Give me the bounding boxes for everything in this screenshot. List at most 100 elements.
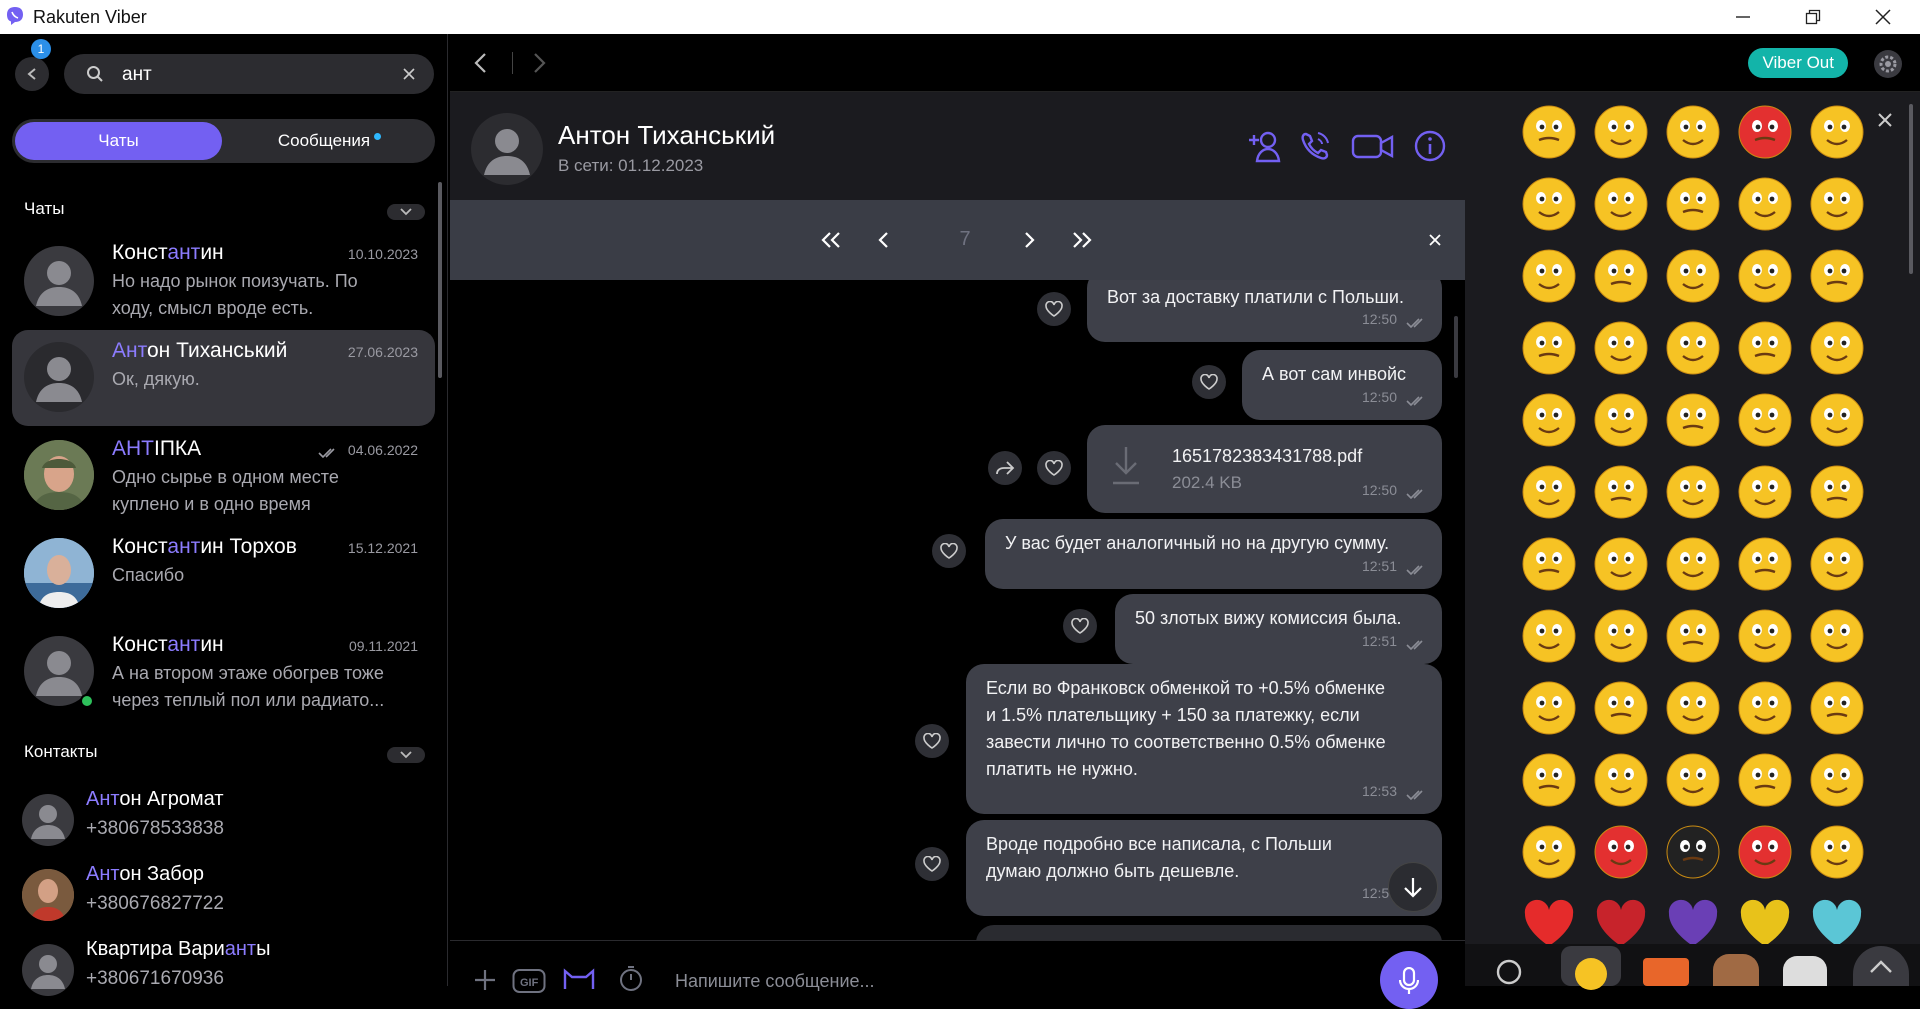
download-icon[interactable] [1111,445,1141,485]
sticker-pack-tab[interactable] [1643,958,1689,986]
emoji-icon[interactable] [1665,824,1721,880]
sticker-icon[interactable] [562,965,596,991]
like-button[interactable] [1037,451,1071,485]
message-bubble[interactable]: Вроде подробно все написала, с Польши дум… [966,820,1442,916]
emoji-icon[interactable] [1593,824,1649,880]
like-button[interactable] [915,724,949,758]
emoji-icon[interactable] [1809,608,1865,664]
emoji-icon[interactable] [1809,320,1865,376]
message-input[interactable]: Напишите сообщение... [675,971,875,992]
contact-item[interactable]: Антон Забор +380676827722 [20,861,440,931]
emoji-icon[interactable] [1593,608,1649,664]
emoji-icon[interactable] [1521,464,1577,520]
chat-item[interactable]: Константин Торхов 15.12.2021 Спасибо [12,526,435,622]
emoji-icon[interactable] [1521,392,1577,448]
emoji-icon[interactable] [1809,248,1865,304]
emoji-icon[interactable] [1593,536,1649,592]
emoji-icon[interactable] [1737,824,1793,880]
search-stickers-icon[interactable] [1495,958,1525,988]
last-result-button[interactable] [1066,224,1098,256]
like-button[interactable] [1063,609,1097,643]
emoji-icon[interactable] [1737,752,1793,808]
emoji-icon[interactable] [1521,248,1577,304]
file-message-bubble[interactable]: 1651782383431788.pdf 202.4 KB 12:50 [1087,425,1442,513]
emoji-icon[interactable] [1737,608,1793,664]
emoji-icon[interactable] [1809,752,1865,808]
emoji-icon[interactable] [1593,392,1649,448]
emoji-icon[interactable] [1809,464,1865,520]
image-message-preview[interactable] [976,925,1442,940]
emoji-icon[interactable] [1737,248,1793,304]
like-button[interactable] [932,534,966,568]
emoji-icon[interactable] [1809,392,1865,448]
contact-item[interactable]: Антон Агромат +380678533838 [20,786,440,856]
like-button[interactable] [915,847,949,881]
emoji-icon[interactable] [1737,464,1793,520]
nav-back-icon[interactable] [472,52,488,74]
emoji-icon[interactable] [1521,536,1577,592]
sticker-pack-tab[interactable] [1783,956,1827,986]
chat-item[interactable]: Константин 10.10.2023 Но надо рынок поиз… [12,232,435,328]
emoji-icon[interactable] [1665,104,1721,160]
emoji-icon[interactable] [1593,176,1649,232]
expand-panel-button[interactable] [1853,946,1909,986]
emoji-icon[interactable] [1737,104,1793,160]
info-icon[interactable] [1410,128,1450,164]
emoji-icon[interactable] [1665,536,1721,592]
emoji-icon[interactable] [1737,392,1793,448]
emoji-icon[interactable] [1593,464,1649,520]
back-button[interactable] [15,57,49,91]
minimize-button[interactable] [1708,0,1778,34]
close-window-button[interactable] [1848,0,1918,34]
emoji-icon[interactable] [1593,104,1649,160]
emoji-icon[interactable] [1521,680,1577,736]
forward-button[interactable] [988,451,1022,485]
chat-item-active[interactable]: Антон Тиханський 27.06.2023 Ок, дякую. [12,330,435,426]
emoji-icon[interactable] [1665,680,1721,736]
emoji-icon[interactable] [1737,176,1793,232]
emoji-icon[interactable] [1809,536,1865,592]
chat-item[interactable]: АНТІПКА 04.06.2022 Одно сырье в одном ме… [12,428,435,524]
scroll-to-bottom-button[interactable] [1388,862,1438,912]
like-button[interactable] [1192,365,1226,399]
tab-chats[interactable]: Чаты [15,122,222,160]
emoji-icon[interactable] [1665,608,1721,664]
avatar[interactable] [471,113,543,185]
clear-search-icon[interactable] [403,68,415,80]
emoji-icon[interactable] [1521,752,1577,808]
voice-call-icon[interactable] [1296,128,1336,164]
settings-gear-icon[interactable] [1873,49,1903,79]
emoji-icon[interactable] [1809,824,1865,880]
sidebar-scrollbar[interactable] [438,182,442,378]
contact-item[interactable]: Квартира Варианты +380671670936 [20,936,440,1006]
viber-out-button[interactable]: Viber Out [1748,48,1848,78]
timer-icon[interactable] [618,965,644,991]
emoji-icon[interactable] [1521,824,1577,880]
emoji-icon[interactable] [1593,680,1649,736]
emoji-icon[interactable] [1593,248,1649,304]
emoji-icon[interactable] [1665,320,1721,376]
close-search-button[interactable] [1419,224,1451,256]
restore-button[interactable] [1778,0,1848,34]
message-bubble[interactable]: 50 злотых вижу комиссия была. 12:51 [1115,594,1442,664]
next-result-button[interactable] [1014,224,1046,256]
emoji-icon[interactable] [1809,680,1865,736]
nav-forward-icon[interactable] [532,52,548,74]
message-bubble[interactable]: А вот сам инвойс 12:50 [1242,350,1442,420]
close-emoji-panel-icon[interactable] [1877,112,1893,128]
voice-message-button[interactable] [1380,951,1438,1009]
emoji-icon[interactable] [1665,752,1721,808]
emoji-icon[interactable] [1521,320,1577,376]
emoji-icon[interactable] [1665,392,1721,448]
collapse-contacts-button[interactable] [387,747,425,763]
emoji-icon[interactable] [1665,464,1721,520]
emoji-icon[interactable] [1809,176,1865,232]
emoji-icon[interactable] [1521,608,1577,664]
emoji-icon[interactable] [1521,104,1577,160]
chat-item[interactable]: Константин 09.11.2021 А на втором этаже … [12,624,435,720]
emoji-icon[interactable] [1521,176,1577,232]
emoji-icon[interactable] [1809,104,1865,160]
plus-icon[interactable] [474,969,496,991]
emoji-icon[interactable] [1737,320,1793,376]
emoji-icon[interactable] [1593,752,1649,808]
